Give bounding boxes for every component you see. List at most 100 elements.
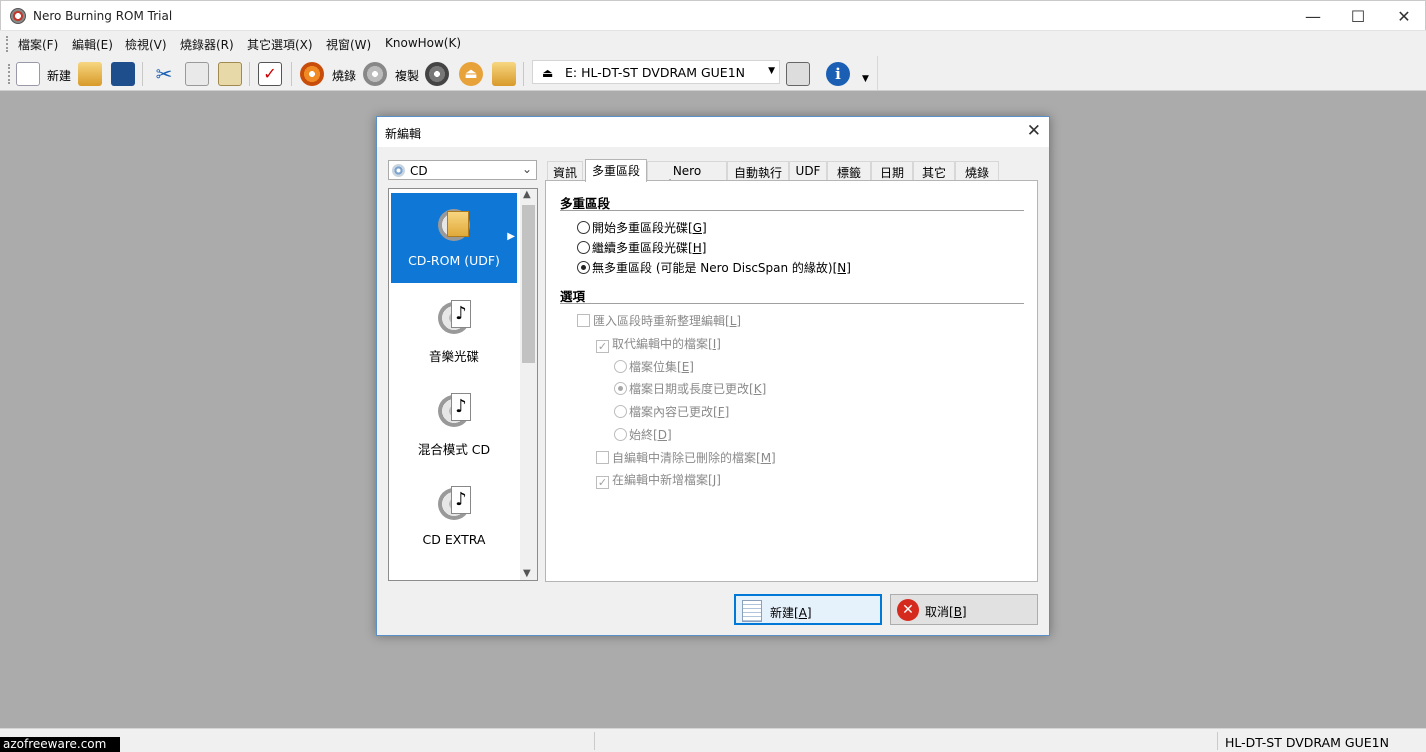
menu-knowhow[interactable]: KnowHow(K) <box>385 36 461 50</box>
compilation-cdrom-udf[interactable]: CD-ROM (UDF) ▶ <box>391 193 517 283</box>
compilation-label: CD-ROM (UDF) <box>408 253 500 268</box>
drive-select-icon[interactable] <box>786 62 810 86</box>
info-icon[interactable]: i <box>826 62 850 86</box>
disc-info-icon[interactable] <box>425 62 449 86</box>
watermark: azofreeware.com <box>0 737 120 752</box>
compilation-list: CD-ROM (UDF) ▶ ♪ 音樂光碟 ♪ 混合模式 CD ♪ CD EXT… <box>388 188 538 581</box>
radio-file-position[interactable]: 檔案位集[E] <box>614 358 694 375</box>
toolbar-overflow-icon[interactable]: ▼ <box>862 74 869 84</box>
open-folder-icon[interactable] <box>78 62 102 86</box>
toolbar-separator <box>523 62 524 86</box>
radio-button[interactable] <box>577 221 590 234</box>
radio-date-or-size-changed[interactable]: 檔案日期或長度已更改[K] <box>614 380 766 397</box>
chevron-down-icon[interactable]: ▼ <box>523 568 531 579</box>
checkbox-remove-deleted[interactable]: 自編輯中清除已刪除的檔案[M] <box>596 449 776 466</box>
multisession-panel: 多重區段 開始多重區段光碟[G] 繼續多重區段光碟[H] 無多重區段 (可能是 … <box>545 180 1038 582</box>
media-type-value: CD <box>410 164 428 178</box>
status-drive: HL-DT-ST DVDRAM GUE1N <box>1225 735 1389 750</box>
compilation-label: 混合模式 CD <box>417 442 491 457</box>
checkbox-replace-files[interactable]: ✓ 取代編輯中的檔案[I] <box>596 335 721 353</box>
tab-udf[interactable]: UDF <box>789 161 827 181</box>
status-separator <box>594 732 595 750</box>
menu-file[interactable]: 檔案(F) <box>18 36 58 53</box>
copy-disc-icon[interactable] <box>363 62 387 86</box>
list-scrollbar[interactable]: ▲ ▼ <box>520 189 537 580</box>
status-separator <box>1217 732 1218 750</box>
chevron-up-icon[interactable]: ▲ <box>523 189 531 200</box>
title-bar: Nero Burning ROM Trial — ☐ ✕ <box>0 0 1426 30</box>
menu-bar: 檔案(F) 編輯(E) 檢視(V) 燒錄器(R) 其它選項(X) 視窗(W) K… <box>0 30 1426 55</box>
dialog-title: 新編輯 <box>385 127 422 141</box>
burn-icon[interactable] <box>300 62 324 86</box>
radio-button[interactable] <box>614 360 627 373</box>
cancel-button[interactable]: ✕ 取消[B] <box>890 594 1038 625</box>
checkbox-add-files[interactable]: ✓ 在編輯中新增檔案[J] <box>596 471 721 489</box>
new-document-icon[interactable] <box>16 62 40 86</box>
compilation-check-icon[interactable]: ✓ <box>258 62 282 86</box>
checkbox-reorganize[interactable]: 匯入區段時重新整理編輯[L] <box>577 312 741 329</box>
radio-button[interactable] <box>614 405 627 418</box>
radio-no-multisession[interactable]: 無多重區段 (可能是 Nero DiscSpan 的緣故)[N] <box>577 259 851 276</box>
menu-view[interactable]: 檢視(V) <box>125 36 167 53</box>
radio-button-selected[interactable] <box>577 261 590 274</box>
menubar-grip <box>6 36 9 52</box>
eject-icon[interactable]: ⏏ <box>459 62 483 86</box>
radio-button[interactable] <box>577 241 590 254</box>
new-button[interactable]: 新建[A] <box>734 594 882 625</box>
drive-selector[interactable]: ⏏ E: HL-DT-ST DVDRAM GUE1N ▼ <box>532 60 780 84</box>
tab-dates[interactable]: 日期 <box>871 161 913 181</box>
window-title: Nero Burning ROM Trial <box>33 9 173 23</box>
radio-continue-multisession[interactable]: 繼續多重區段光碟[H] <box>577 239 706 256</box>
paste-icon[interactable] <box>218 62 242 86</box>
menu-extras[interactable]: 其它選項(X) <box>247 36 313 53</box>
chevron-down-icon[interactable]: ⌄ <box>522 162 532 176</box>
tab-burn[interactable]: 燒錄 <box>955 161 999 181</box>
explorer-icon[interactable] <box>492 62 516 86</box>
drive-icon: ⏏ <box>542 66 554 80</box>
checkbox[interactable] <box>596 451 609 464</box>
menu-edit[interactable]: 編輯(E) <box>72 36 113 53</box>
new-document-icon <box>742 600 762 622</box>
dialog-close-icon[interactable]: ✕ <box>1027 121 1041 141</box>
compilation-audio-cd[interactable]: ♪ 音樂光碟 <box>391 286 517 376</box>
checkbox-checked[interactable]: ✓ <box>596 476 609 489</box>
tab-autorun[interactable]: 自動執行 <box>727 161 789 181</box>
save-icon[interactable] <box>111 62 135 86</box>
status-bar: HL-DT-ST DVDRAM GUE1N <box>0 728 1426 752</box>
radio-button-selected[interactable] <box>614 382 627 395</box>
copy-label[interactable]: 複製 <box>395 67 419 84</box>
cancel-icon: ✕ <box>897 599 919 621</box>
compilation-cd-extra[interactable]: ♪ CD EXTRA <box>391 472 517 562</box>
toolbar-separator <box>291 62 292 86</box>
menu-window[interactable]: 視窗(W) <box>326 36 371 53</box>
tab-multisession[interactable]: 多重區段 <box>585 159 647 182</box>
toolbar-separator <box>249 62 250 86</box>
dialog-title-bar: 新編輯 ✕ <box>377 117 1049 147</box>
chevron-down-icon[interactable]: ▼ <box>768 66 775 76</box>
burn-label[interactable]: 燒錄 <box>332 67 356 84</box>
radio-always[interactable]: 始終[D] <box>614 426 672 443</box>
close-button[interactable]: ✕ <box>1381 1 1426 31</box>
tab-misc[interactable]: 其它 <box>913 161 955 181</box>
radio-button[interactable] <box>614 428 627 441</box>
section-divider <box>560 303 1024 304</box>
radio-content-changed[interactable]: 檔案內容已更改[F] <box>614 403 729 420</box>
compilation-label: 音樂光碟 <box>428 349 479 364</box>
checkbox-checked[interactable]: ✓ <box>596 340 609 353</box>
compilation-mixed-mode[interactable]: ♪ 混合模式 CD <box>391 379 517 469</box>
minimize-button[interactable]: — <box>1290 1 1336 31</box>
tab-label[interactable]: 標籤 <box>827 161 871 181</box>
menu-recorder[interactable]: 燒錄器(R) <box>180 36 234 53</box>
tab-info[interactable]: 資訊 <box>547 161 583 181</box>
checkbox[interactable] <box>577 314 590 327</box>
radio-start-multisession[interactable]: 開始多重區段光碟[G] <box>577 219 707 236</box>
new-label[interactable]: 新建 <box>47 67 71 84</box>
maximize-button[interactable]: ☐ <box>1335 1 1381 31</box>
copy-icon[interactable] <box>185 62 209 86</box>
nero-app-icon <box>10 8 26 24</box>
cut-icon[interactable]: ✂ <box>152 62 176 86</box>
media-type-select[interactable]: CD ⌄ <box>388 160 537 180</box>
tab-nero-discspan[interactable]: Nero DiscSpan <box>647 161 727 192</box>
music-note-icon: ♪ <box>451 300 471 328</box>
scrollbar-thumb[interactable] <box>522 205 535 363</box>
